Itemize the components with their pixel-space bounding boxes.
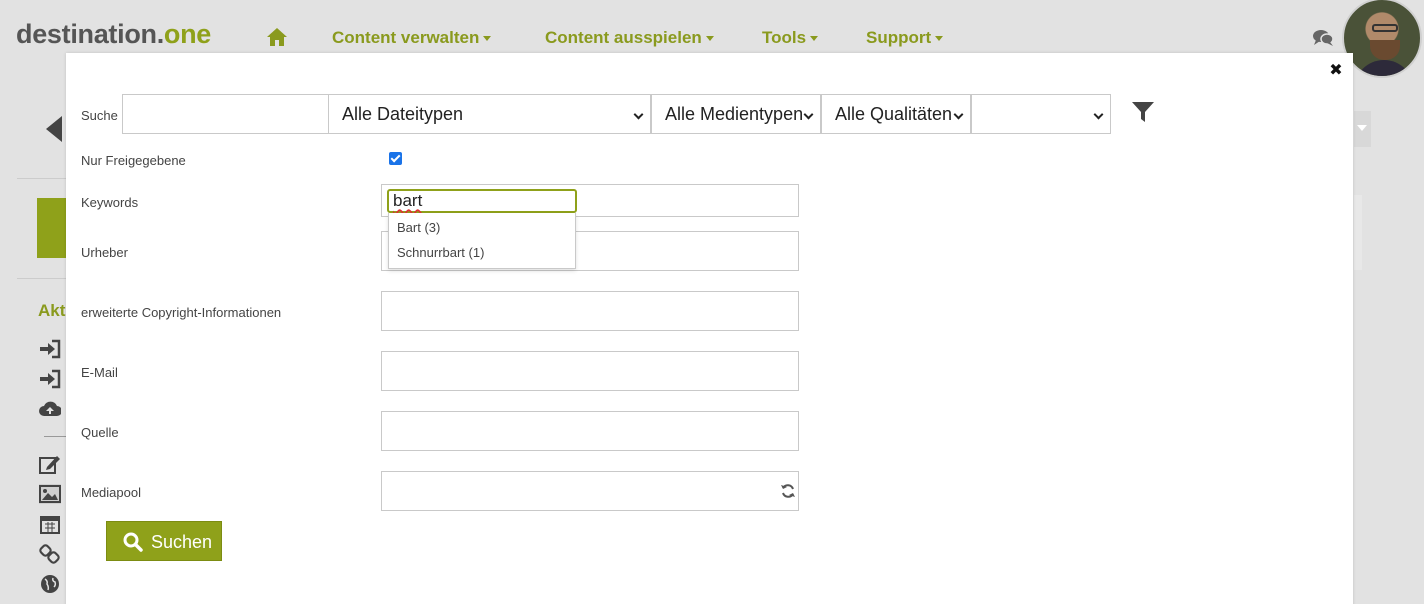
section-heading: Akt	[38, 301, 66, 320]
keywords-label: Keywords	[81, 195, 139, 210]
home-icon[interactable]	[266, 27, 288, 47]
caret-down-icon	[935, 36, 944, 42]
sidebar-divider	[44, 436, 66, 437]
background-panel	[1354, 195, 1362, 270]
file-type-select-value: Alle Dateitypen	[342, 104, 464, 124]
search-label: Suche	[81, 108, 118, 123]
sign-in-icon[interactable]	[39, 369, 61, 389]
source-label: Quelle	[81, 425, 119, 440]
file-type-select[interactable]: Alle Dateitypen	[328, 94, 651, 134]
calendar-icon[interactable]	[39, 514, 61, 534]
avatar-shirt	[1354, 60, 1414, 76]
media-type-select-value: Alle Medientypen	[665, 104, 804, 124]
app-logo[interactable]: destination.one	[16, 19, 211, 50]
nav-item-label: Support	[866, 28, 932, 47]
caret-down-icon	[483, 36, 492, 42]
caret-down-icon	[810, 36, 819, 42]
search-button[interactable]: Suchen	[106, 521, 222, 561]
link-icon[interactable]	[39, 544, 61, 564]
filter-icon[interactable]	[1131, 100, 1155, 124]
source-input[interactable]	[381, 411, 799, 451]
copyright-label: erweiterte Copyright-Informationen	[81, 305, 282, 320]
quality-select[interactable]: Alle Qualitäten	[821, 94, 971, 134]
nav-support[interactable]: Support	[866, 28, 944, 48]
only-approved-label: Nur Freigegebene	[81, 153, 186, 168]
nav-content-ausspielen[interactable]: Content ausspielen	[545, 28, 714, 48]
globe-icon[interactable]	[39, 574, 61, 594]
close-icon[interactable]: ✖	[1328, 63, 1344, 79]
nav-tools[interactable]: Tools	[762, 28, 819, 48]
panel-divider	[17, 178, 67, 179]
chat-icon[interactable]	[1312, 29, 1334, 47]
avatar-beard	[1370, 40, 1400, 60]
sign-in-icon[interactable]	[39, 339, 61, 359]
email-label: E-Mail	[81, 365, 118, 380]
media-type-select[interactable]: Alle Medientypen	[651, 94, 821, 134]
image-icon[interactable]	[39, 484, 61, 504]
email-input[interactable]	[381, 351, 799, 391]
user-avatar[interactable]	[1342, 0, 1422, 78]
nav-item-label: Content ausspielen	[545, 28, 702, 47]
extra-filter-select[interactable]	[971, 94, 1111, 134]
keyword-suggestions: Bart (3) Schnurrbart (1)	[388, 213, 576, 269]
media-search-modal: ✖ Suche Alle Dateitypen Alle Medientypen…	[66, 53, 1353, 604]
logo-accent-text: one	[163, 19, 212, 49]
quality-select-value: Alle Qualitäten	[835, 104, 953, 124]
mediapool-input[interactable]	[381, 471, 799, 511]
chevron-down-icon	[953, 109, 964, 120]
author-label: Urheber	[81, 245, 128, 260]
keywords-input[interactable]: bart	[387, 189, 577, 213]
search-button-label: Suchen	[151, 532, 213, 552]
suggestion-item[interactable]: Bart (3)	[397, 220, 440, 235]
panel-divider	[17, 278, 67, 279]
cloud-upload-icon[interactable]	[39, 399, 61, 419]
nav-item-label: Content verwalten	[332, 28, 480, 47]
suggestion-item[interactable]: Schnurrbart (1)	[397, 245, 484, 260]
copyright-input[interactable]	[381, 291, 799, 331]
mediapool-label: Mediapool	[81, 485, 141, 500]
chevron-down-icon	[803, 109, 814, 120]
chevron-down-icon	[633, 109, 644, 120]
nav-item-label: Tools	[762, 28, 807, 47]
caret-down-icon	[1357, 125, 1367, 131]
avatar-glasses	[1372, 24, 1398, 32]
only-approved-checkbox[interactable]	[389, 152, 402, 165]
back-arrow-icon[interactable]	[46, 116, 62, 142]
logo-main-text: destination.	[16, 19, 164, 49]
keywords-input-value: bart	[393, 191, 423, 210]
dropdown-toggle[interactable]	[1354, 111, 1371, 147]
caret-down-icon	[705, 36, 714, 42]
refresh-icon[interactable]	[780, 483, 796, 499]
search-input[interactable]	[122, 94, 329, 134]
edit-icon[interactable]	[39, 454, 61, 474]
add-button[interactable]	[37, 198, 67, 258]
search-icon	[123, 532, 143, 552]
nav-content-verwalten[interactable]: Content verwalten	[332, 28, 492, 48]
chevron-down-icon	[1093, 109, 1104, 120]
